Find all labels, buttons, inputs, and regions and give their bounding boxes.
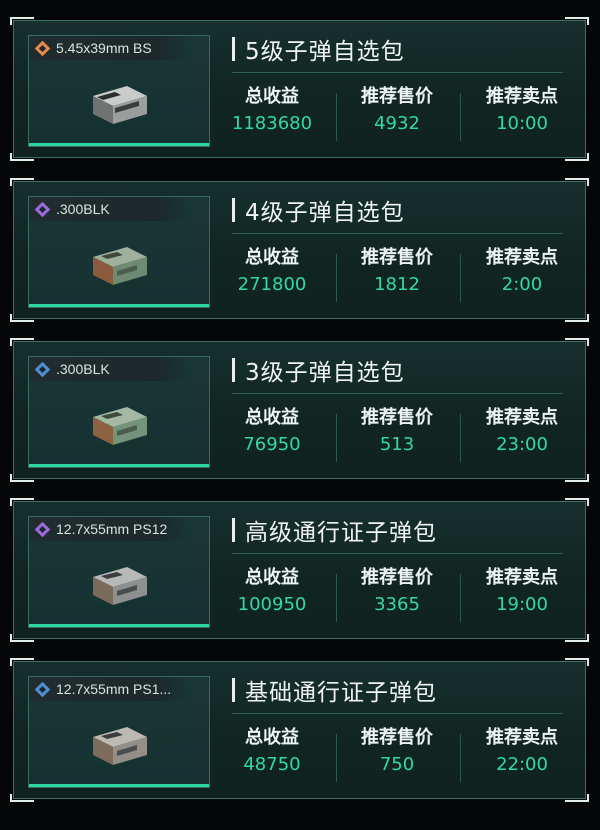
recommended-time-stat: 推荐卖点 19:00 <box>486 567 558 615</box>
title-divider <box>232 233 563 234</box>
total-revenue-stat: 总收益 48750 <box>243 727 301 775</box>
ammo-pack-card-4[interactable]: 12.7x55mm PS12 高级通行证子弹包 总收益 100950 推荐售价 33… <box>10 498 589 642</box>
slot-underline <box>29 464 209 467</box>
frame-corner <box>565 314 589 322</box>
frame-corner <box>10 794 34 802</box>
total-revenue-stat: 总收益 271800 <box>237 247 307 295</box>
frame-corner <box>565 634 589 642</box>
pack-title: 4级子弹自选包 <box>232 194 405 226</box>
ammo-name: .300BLK <box>56 361 110 377</box>
ammo-item-slot[interactable]: .300BLK <box>28 356 210 468</box>
stat-divider <box>460 414 461 462</box>
total-revenue-stat: 总收益 100950 <box>237 567 307 615</box>
recommended-time-stat: 推荐卖点 23:00 <box>486 407 558 455</box>
ammo-name: 5.45x39mm BS <box>56 40 152 56</box>
ammo-pack-card-3[interactable]: .300BLK 3级子弹自选包 总收益 76950 推荐售价 513 推荐卖点 23:… <box>10 338 589 482</box>
frame-corner <box>565 474 589 482</box>
recommended-time-stat: 推荐卖点 10:00 <box>486 86 558 134</box>
ammo-pack-card-2[interactable]: .300BLK 4级子弹自选包 总收益 271800 推荐售价 1812 推荐卖点 2… <box>10 178 589 322</box>
title-divider <box>232 72 563 73</box>
ammo-box-icon <box>93 86 147 124</box>
recommended-price-stat: 推荐售价 1812 <box>361 247 433 295</box>
slot-underline <box>29 784 209 787</box>
ammo-name: 12.7x55mm PS12 <box>56 521 168 537</box>
ammo-item-slot[interactable]: 12.7x55mm PS12 <box>28 516 210 628</box>
ammo-tag: 5.45x39mm BS <box>29 36 189 60</box>
pack-title: 高级通行证子弹包 <box>232 514 437 546</box>
frame-corner <box>10 314 34 322</box>
ammo-item-slot[interactable]: 12.7x55mm PS1... <box>28 676 210 788</box>
total-revenue-stat: 总收益 1183680 <box>231 86 313 134</box>
rarity-diamond-icon <box>34 40 51 56</box>
slot-underline <box>29 624 209 627</box>
frame-corner <box>10 474 34 482</box>
rarity-diamond-icon <box>34 521 51 537</box>
slot-underline <box>29 143 209 146</box>
frame-corner <box>10 153 34 161</box>
pack-title: 5级子弹自选包 <box>232 33 405 65</box>
ammo-name: .300BLK <box>56 201 110 217</box>
recommended-price-stat: 推荐售价 4932 <box>361 86 433 134</box>
rarity-diamond-icon <box>34 361 51 377</box>
rarity-diamond-icon <box>34 681 51 697</box>
ammo-item-slot[interactable]: 5.45x39mm BS <box>28 35 210 147</box>
title-divider <box>232 553 563 554</box>
ammo-tag: .300BLK <box>29 357 189 381</box>
ammo-tag: 12.7x55mm PS12 <box>29 517 189 541</box>
frame-corner <box>10 634 34 642</box>
ammo-name: 12.7x55mm PS1... <box>56 681 172 697</box>
recommended-price-stat: 推荐售价 3365 <box>361 567 433 615</box>
ammo-box-icon <box>93 247 147 285</box>
ammo-box-icon <box>93 407 147 445</box>
recommended-price-stat: 推荐售价 513 <box>361 407 433 455</box>
total-revenue-stat: 总收益 76950 <box>243 407 301 455</box>
stat-divider <box>460 734 461 782</box>
recommended-price-stat: 推荐售价 750 <box>361 727 433 775</box>
stat-divider <box>460 254 461 302</box>
ammo-pack-card-5[interactable]: 12.7x55mm PS1... 基础通行证子弹包 总收益 48750 推荐售价 7… <box>10 658 589 802</box>
pack-title: 3级子弹自选包 <box>232 354 405 386</box>
stat-divider <box>460 93 461 141</box>
ammo-tag: .300BLK <box>29 197 189 221</box>
title-divider <box>232 713 563 714</box>
ammo-tag: 12.7x55mm PS1... <box>29 677 189 701</box>
ammo-item-slot[interactable]: .300BLK <box>28 196 210 308</box>
frame-corner <box>565 794 589 802</box>
ammo-pack-card-1[interactable]: 5.45x39mm BS 5级子弹自选包 总收益 1183680 推荐售价 4932… <box>10 17 589 161</box>
slot-underline <box>29 304 209 307</box>
stat-divider <box>460 574 461 622</box>
recommended-time-stat: 推荐卖点 22:00 <box>486 727 558 775</box>
frame-corner <box>565 153 589 161</box>
pack-title: 基础通行证子弹包 <box>232 674 437 706</box>
rarity-diamond-icon <box>34 201 51 217</box>
ammo-box-icon <box>93 727 147 765</box>
recommended-time-stat: 推荐卖点 2:00 <box>486 247 558 295</box>
ammo-box-icon <box>93 567 147 605</box>
title-divider <box>232 393 563 394</box>
